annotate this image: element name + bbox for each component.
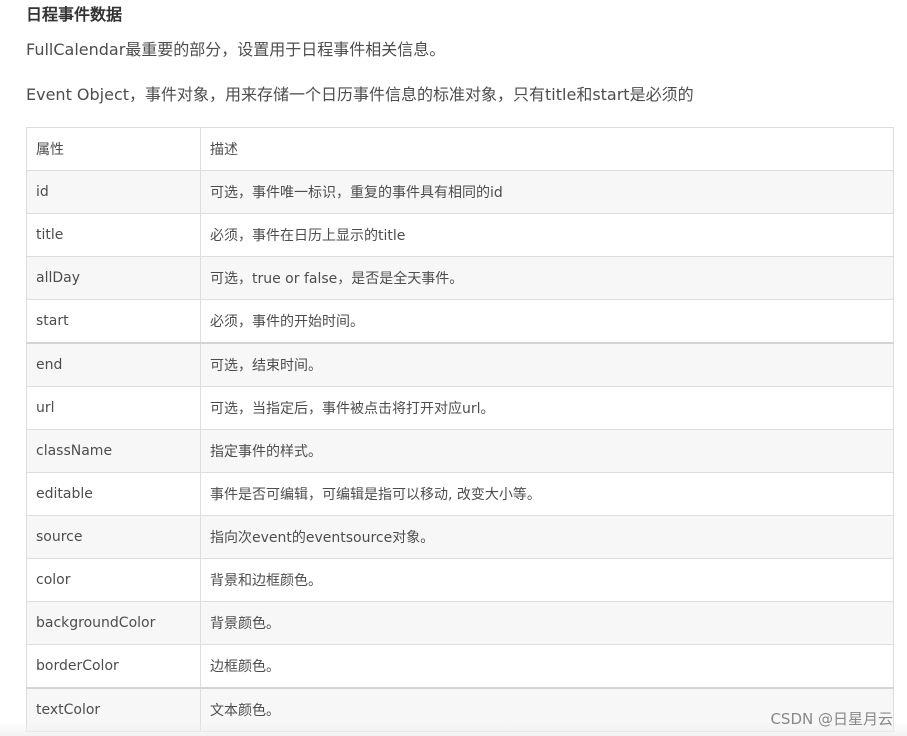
description-cell: 可选，事件唯一标识，重复的事件具有相同的id (200, 170, 894, 214)
description-cell: 背景和边框颜色。 (200, 558, 894, 602)
description-cell: 事件是否可编辑，可编辑是指可以移动, 改变大小等。 (200, 472, 894, 516)
description-cell: 可选，结束时间。 (200, 342, 894, 387)
event-properties-table: 属性 描述 id 可选，事件唯一标识，重复的事件具有相同的id title 必须… (26, 127, 894, 732)
property-cell: source (26, 515, 201, 559)
property-cell: title (26, 213, 201, 257)
description-cell: 必须，事件在日历上显示的title (200, 213, 894, 257)
property-cell: end (26, 342, 201, 387)
property-cell: className (26, 429, 201, 473)
table-row: url 可选，当指定后，事件被点击将打开对应url。 (26, 386, 894, 430)
table-row: title 必须，事件在日历上显示的title (26, 213, 894, 257)
property-cell: allDay (26, 256, 201, 300)
property-cell: url (26, 386, 201, 430)
table-row: start 必须，事件的开始时间。 (26, 299, 894, 344)
property-cell: id (26, 170, 201, 214)
table-row: backgroundColor 背景颜色。 (26, 601, 894, 645)
csdn-watermark: CSDN @日星月云 (770, 710, 893, 728)
table-row: borderColor 边框颜色。 (26, 644, 894, 689)
property-cell: start (26, 299, 201, 344)
property-cell: color (26, 558, 201, 602)
intro-paragraph: FullCalendar最重要的部分，设置用于日程事件相关信息。 (26, 40, 446, 59)
table-row: id 可选，事件唯一标识，重复的事件具有相同的id (26, 170, 894, 214)
description-cell: 背景颜色。 (200, 601, 894, 645)
description-cell: 指定事件的样式。 (200, 429, 894, 473)
description-cell: 边框颜色。 (200, 644, 894, 689)
header-description: 描述 (200, 127, 894, 171)
property-cell: borderColor (26, 644, 201, 689)
event-object-paragraph: Event Object，事件对象，用来存储一个日历事件信息的标准对象，只有ti… (26, 85, 694, 104)
table-header-row: 属性 描述 (26, 127, 894, 171)
description-cell: 指向次event的eventsource对象。 (200, 515, 894, 559)
table-row: end 可选，结束时间。 (26, 342, 894, 387)
section-heading: 日程事件数据 (26, 5, 123, 24)
table-row: allDay 可选，true or false，是否是全天事件。 (26, 256, 894, 300)
description-cell: 可选，当指定后，事件被点击将打开对应url。 (200, 386, 894, 430)
description-cell: 可选，true or false，是否是全天事件。 (200, 256, 894, 300)
property-cell: textColor (26, 687, 201, 732)
header-property: 属性 (26, 127, 201, 171)
table-row: className 指定事件的样式。 (26, 429, 894, 473)
property-cell: editable (26, 472, 201, 516)
table-row: editable 事件是否可编辑，可编辑是指可以移动, 改变大小等。 (26, 472, 894, 516)
property-cell: backgroundColor (26, 601, 201, 645)
table-row: color 背景和边框颜色。 (26, 558, 894, 602)
table-row: textColor 文本颜色。 (26, 687, 894, 732)
table-row: source 指向次event的eventsource对象。 (26, 515, 894, 559)
description-cell: 必须，事件的开始时间。 (200, 299, 894, 344)
